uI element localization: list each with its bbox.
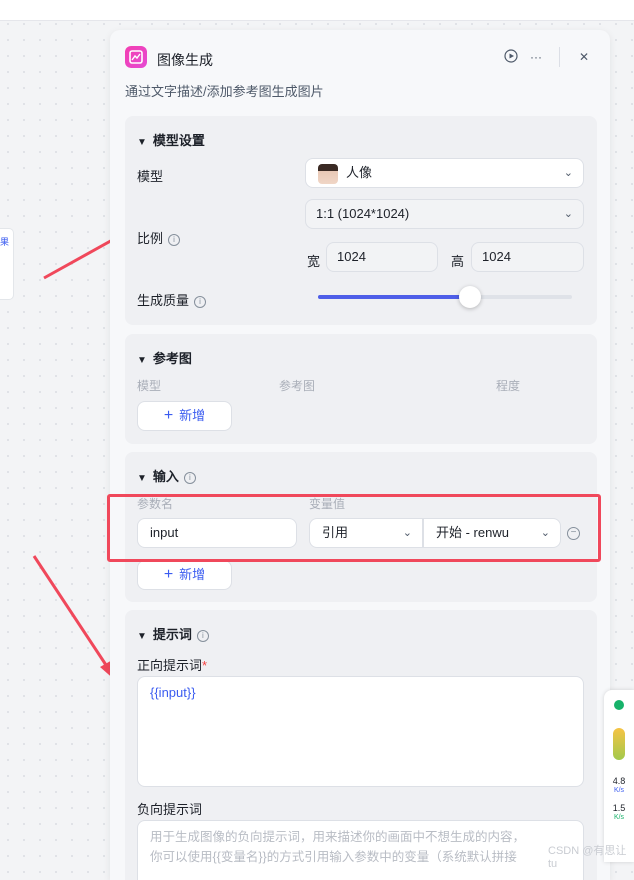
input-title: 输入 (152, 469, 179, 484)
download-speed: 1.5 (612, 803, 626, 813)
reference-image-section: ▼ 参考图 模型 参考图 程度 + 新增 (125, 334, 597, 444)
panel-header: 图像生成 ··· ✕ 通过文字描述/添加参考图生成图片 (110, 30, 610, 110)
network-monitor-widget: 4.8 K/s 1.5 K/s (604, 690, 634, 862)
positive-prompt-textarea[interactable]: {{input}} (137, 676, 584, 787)
image-generation-icon (125, 46, 147, 68)
quality-slider[interactable] (318, 286, 572, 308)
play-circle-icon[interactable] (503, 49, 519, 65)
chevron-down-icon: ▼ (137, 355, 147, 366)
ratio-label-text: 比例 (137, 231, 164, 246)
panel-title: 图像生成 (157, 52, 213, 68)
model-settings-header[interactable]: ▼ 模型设置 (137, 130, 205, 149)
status-dot-icon (614, 700, 624, 710)
info-icon[interactable]: i (183, 472, 196, 484)
add-reference-label: 新增 (179, 408, 206, 423)
required-mark: * (202, 658, 208, 673)
quality-label-text: 生成质量 (137, 293, 190, 308)
input-header[interactable]: ▼ 输入 i (137, 466, 196, 485)
info-icon[interactable]: i (168, 234, 181, 246)
portrait-avatar-icon (318, 164, 338, 184)
add-input-button[interactable]: + 新增 (137, 560, 232, 590)
plus-icon: + (163, 407, 174, 424)
quality-label: 生成质量 i (137, 290, 207, 309)
chevron-down-icon: ▼ (137, 631, 147, 642)
negative-prompt-textarea[interactable]: 用于生成图像的负向提示词，用来描述你的画面中不想生成的内容， 你可以使用{{变量… (137, 820, 584, 880)
header-divider (559, 47, 560, 67)
negative-placeholder-line-2: 你可以使用{{变量名}}的方式引用输入参数中的变量（系统默认拼接 (150, 850, 517, 864)
height-input[interactable]: 1024 (471, 242, 584, 272)
prompt-header[interactable]: ▼ 提示词 i (137, 624, 209, 643)
width-label: 宽 (307, 254, 321, 269)
chevron-down-icon: ⌄ (563, 167, 573, 179)
reference-title: 参考图 (152, 351, 192, 366)
info-icon[interactable]: i (194, 296, 207, 308)
model-select[interactable]: 人像 ⌄ (305, 158, 584, 188)
prompt-section: ▼ 提示词 i 正向提示词* {{input}} 负向提示词 用于生成图像的负向提示… (125, 610, 597, 880)
ratio-select-value: 1:1 (1024*1024) (316, 206, 410, 221)
model-settings-title: 模型设置 (152, 133, 205, 148)
close-icon[interactable]: ✕ (576, 49, 592, 65)
ellipsis-icon[interactable]: ··· (528, 49, 544, 65)
chevron-down-icon: ▼ (137, 137, 147, 148)
add-input-label: 新增 (179, 567, 206, 582)
quality-slider-fill (318, 295, 470, 299)
chevron-down-icon: ▼ (137, 473, 147, 484)
image-generation-panel: 图像生成 ··· ✕ 通过文字描述/添加参考图生成图片 ▼ 模型设置 模型 人像 … (110, 30, 610, 880)
model-select-value: 人像 (346, 165, 373, 180)
panel-subtitle: 通过文字描述/添加参考图生成图片 (125, 84, 324, 99)
download-unit: K/s (613, 814, 625, 821)
load-bar-icon (613, 728, 625, 760)
add-reference-button[interactable]: + 新增 (137, 401, 232, 431)
reference-col-image: 参考图 (279, 379, 316, 393)
reference-col-model: 模型 (137, 379, 162, 393)
upload-unit: K/s (613, 787, 625, 794)
positive-prompt-label: 正向提示词* (137, 655, 207, 674)
info-icon[interactable]: i (196, 630, 209, 642)
plus-icon: + (163, 566, 174, 583)
height-label: 高 (451, 254, 465, 269)
quality-slider-handle[interactable] (459, 286, 481, 308)
watermark: CSDN @有思让tu (548, 845, 627, 870)
negative-placeholder-line-1: 用于生成图像的负向提示词，用来描述你的画面中不想生成的内容， (150, 830, 526, 844)
prompt-title: 提示词 (152, 627, 192, 642)
ratio-select[interactable]: 1:1 (1024*1024) ⌄ (305, 199, 584, 229)
positive-prompt-label-text: 正向提示词 (137, 658, 203, 673)
upload-speed: 4.8 (612, 776, 626, 786)
model-label: 模型 (137, 169, 164, 184)
width-input[interactable]: 1024 (326, 242, 438, 272)
negative-prompt-label: 负向提示词 (137, 802, 203, 817)
highlight-box (107, 494, 601, 562)
reference-header[interactable]: ▼ 参考图 (137, 348, 192, 367)
model-settings-section: ▼ 模型设置 模型 人像 ⌄ 比例 i 1:1 (1024*1024) ⌄ 宽 10… (125, 116, 597, 325)
ratio-label: 比例 i (137, 228, 181, 247)
chevron-down-icon: ⌄ (563, 208, 573, 220)
reference-col-degree: 程度 (496, 379, 521, 393)
